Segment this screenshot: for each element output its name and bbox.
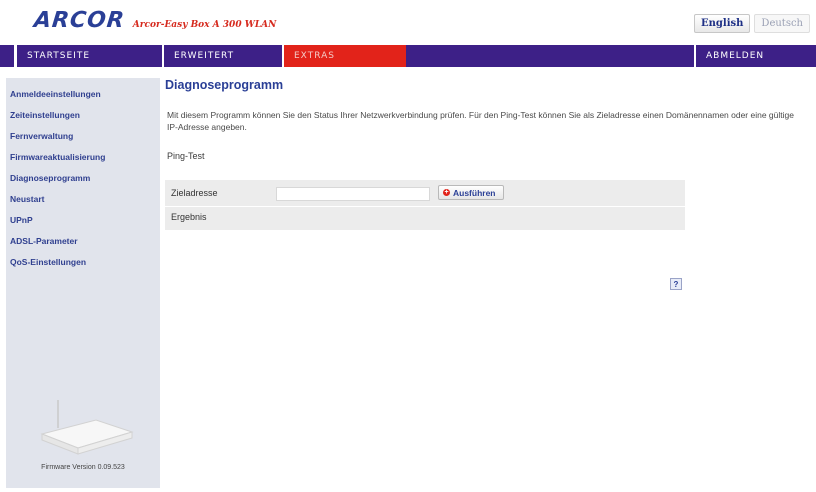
sidebar-item-qos-einstellungen[interactable]: QoS-Einstellungen [10,252,160,273]
nav-startseite[interactable]: STARTSEITE [14,45,162,67]
nav-abmelden[interactable]: ABMELDEN [694,45,816,67]
result-label: Ergebnis [171,212,207,222]
run-button-label: Ausführen [453,187,496,198]
result-row: Ergebnis [165,206,685,228]
ping-test-form: Zieladresse + Ausführen Ergebnis [165,180,685,230]
help-icon[interactable]: ? [670,278,682,290]
nav-erweitert[interactable]: ERWEITERT [162,45,282,67]
logo-brand: ARCOR [32,8,127,33]
language-deutsch-button[interactable]: Deutsch [754,14,810,33]
nav-extras[interactable]: EXTRAS [282,45,406,67]
arcor-logo: ARCOR Arcor-Easy Box A 300 WLAN [32,8,277,33]
sidebar-item-firmwareaktualisierung[interactable]: Firmwareaktualisierung [10,147,160,168]
sidebar-menu: Anmeldeeinstellungen Zeiteinstellungen F… [6,84,160,273]
run-button[interactable]: + Ausführen [438,185,504,200]
language-english-button[interactable]: English [694,14,751,33]
ping-test-heading: Ping-Test [167,151,205,161]
sidebar-item-anmeldeeinstellungen[interactable]: Anmeldeeinstellungen [10,84,160,105]
logo-model: Arcor-Easy Box A 300 WLAN [132,20,277,30]
sidebar-item-upnp[interactable]: UPnP [10,210,160,231]
sidebar-item-adsl-parameter[interactable]: ADSL-Parameter [10,231,160,252]
sidebar-item-zeiteinstellungen[interactable]: Zeiteinstellungen [10,105,160,126]
sidebar-item-neustart[interactable]: Neustart [10,189,160,210]
main-content: Diagnoseprogramm Mit diesem Programm kön… [165,78,794,290]
sidebar-item-fernverwaltung[interactable]: Fernverwaltung [10,126,160,147]
main-nav: STARTSEITE ERWEITERT EXTRAS ABMELDEN [0,45,816,67]
page-description: Mit diesem Programm können Sie den Statu… [167,110,794,132]
sidebar: Anmeldeeinstellungen Zeiteinstellungen F… [6,78,160,488]
sidebar-item-diagnoseprogramm[interactable]: Diagnoseprogramm [10,168,160,189]
target-address-input[interactable] [276,187,430,201]
plus-icon: + [443,189,450,196]
target-label: Zieladresse [171,188,218,198]
page-title: Diagnoseprogramm [165,78,284,92]
header: ARCOR Arcor-Easy Box A 300 WLAN English … [0,0,816,44]
router-image [40,400,134,455]
firmware-version: Firmware Version 0.09.523 [41,464,125,471]
target-row: Zieladresse + Ausführen [165,183,685,205]
language-switcher: English Deutsch [694,14,810,33]
